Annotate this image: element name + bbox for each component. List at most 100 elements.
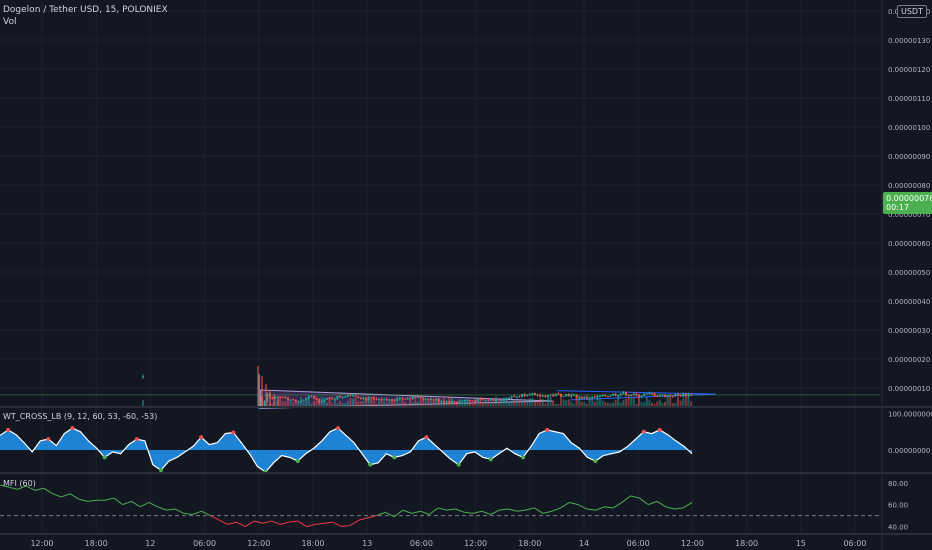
candle-body (401, 397, 404, 399)
volume-bar (619, 402, 622, 406)
time-tick-label: 18:00 (85, 539, 108, 548)
candle-body (362, 397, 365, 399)
candle-body (541, 395, 544, 397)
volume-bar (352, 398, 354, 406)
mfi-tick-label: 40.00 (888, 524, 908, 532)
volume-bar (495, 396, 497, 406)
wt-cross-dot (368, 462, 373, 467)
volume-bar (414, 398, 417, 406)
countdown: 00:17 (886, 203, 910, 212)
candle-body (627, 395, 630, 397)
volume-bar (411, 402, 414, 406)
volume-bar (406, 403, 409, 406)
time-tick-label: 12:00 (681, 539, 704, 548)
volume-bar (521, 401, 523, 406)
mfi-line-segment (665, 506, 675, 510)
mfi-line-segment (131, 500, 141, 508)
mfi-line-segment (481, 510, 491, 515)
time-axis[interactable]: 12:00 18:00 12 06:00 12:00 18:00 13 06:00 12:00 1… (30, 539, 866, 548)
candle-body (645, 393, 648, 395)
candle-body (292, 399, 295, 401)
volume-bar (510, 400, 513, 406)
wt-cross-dot (488, 457, 493, 462)
mfi-line-segment (43, 487, 53, 495)
mfi-line-segment (534, 507, 544, 514)
volume-bar (372, 396, 375, 406)
candle-body (375, 398, 378, 400)
candle-body (562, 396, 565, 398)
mfi-line-segment (236, 521, 246, 527)
volume-bar (604, 401, 607, 406)
mfi-line-segment (78, 498, 88, 502)
mfi-line-segment (350, 519, 360, 526)
volume-bar (375, 403, 378, 406)
volume-bar (305, 397, 308, 406)
volume-bar (328, 397, 331, 406)
price-tick-label: 0.00000050 (888, 269, 930, 277)
volume-bar (440, 399, 443, 406)
candle-body (380, 399, 383, 401)
chart-canvas[interactable]: 0.00000010 0.00000020 0.00000030 0.00000040… (0, 0, 932, 550)
volume-bar (294, 400, 297, 406)
mfi-line-segment (569, 501, 579, 506)
volume-bar (409, 399, 412, 406)
mfi-line-segment (192, 510, 202, 515)
price-axis[interactable]: 0.00000010 0.00000020 0.00000030 0.00000040… (888, 8, 932, 532)
mfi-line-segment (289, 520, 298, 523)
pane-dividers[interactable] (0, 0, 932, 550)
mfi-line-segment (595, 506, 605, 511)
volume-bar (404, 401, 406, 406)
volume-bar (658, 399, 661, 406)
candle-body (359, 397, 362, 399)
volume-bar (388, 399, 391, 406)
candle-body (430, 398, 432, 401)
volume-bar (536, 400, 539, 406)
candle-body (586, 396, 588, 399)
candle-body (398, 397, 401, 400)
mfi-tick-label: 80.00 (888, 480, 908, 488)
mfi-line-segment (324, 521, 333, 524)
volume-bar (456, 401, 458, 406)
mfi-line-segment (446, 508, 456, 511)
candle-body (583, 396, 586, 399)
volume-bar (583, 402, 586, 406)
volume-bar (640, 401, 643, 406)
volume-bar (427, 398, 430, 406)
volume-bar (398, 402, 401, 406)
volume-bar (497, 402, 500, 406)
mfi-line-segment (157, 506, 167, 511)
mfi-line-segment (104, 497, 114, 501)
mfi-line-segment (542, 510, 552, 514)
mfi-line-segment (551, 507, 561, 512)
volume-bar (601, 400, 604, 406)
volume-bar (333, 397, 336, 406)
candle-body (487, 399, 490, 401)
mfi-line-segment (639, 497, 649, 506)
volume-bar (331, 403, 334, 406)
candle-body (593, 396, 596, 398)
candle-body (658, 395, 661, 397)
price-tick-label: 0.00000100 (888, 124, 930, 132)
volume-bar (424, 400, 427, 406)
candle-body (484, 399, 487, 401)
volume-bar (560, 396, 562, 406)
wt-cross-dot (295, 459, 300, 464)
mfi-line-segment (61, 493, 71, 498)
volume-bar (359, 400, 362, 406)
volume-bar (588, 396, 591, 406)
wt-cross-dot (6, 427, 11, 432)
volume-bar (677, 396, 679, 406)
candle-body (417, 396, 419, 398)
currency-badge[interactable]: USDT (897, 5, 927, 18)
candle-body (281, 397, 284, 399)
mfi-line-segment (113, 497, 123, 506)
volume-bar (669, 397, 672, 406)
wt-cross-dot (102, 455, 107, 460)
candle-body (513, 396, 516, 398)
wt-cross-series (0, 426, 693, 474)
price-tick-label: 0.00000020 (888, 356, 930, 364)
price-tick-label: 0.00000080 (888, 182, 930, 190)
candle-body (331, 398, 334, 400)
mfi-line-segment (604, 506, 614, 509)
candle-body (596, 396, 599, 398)
